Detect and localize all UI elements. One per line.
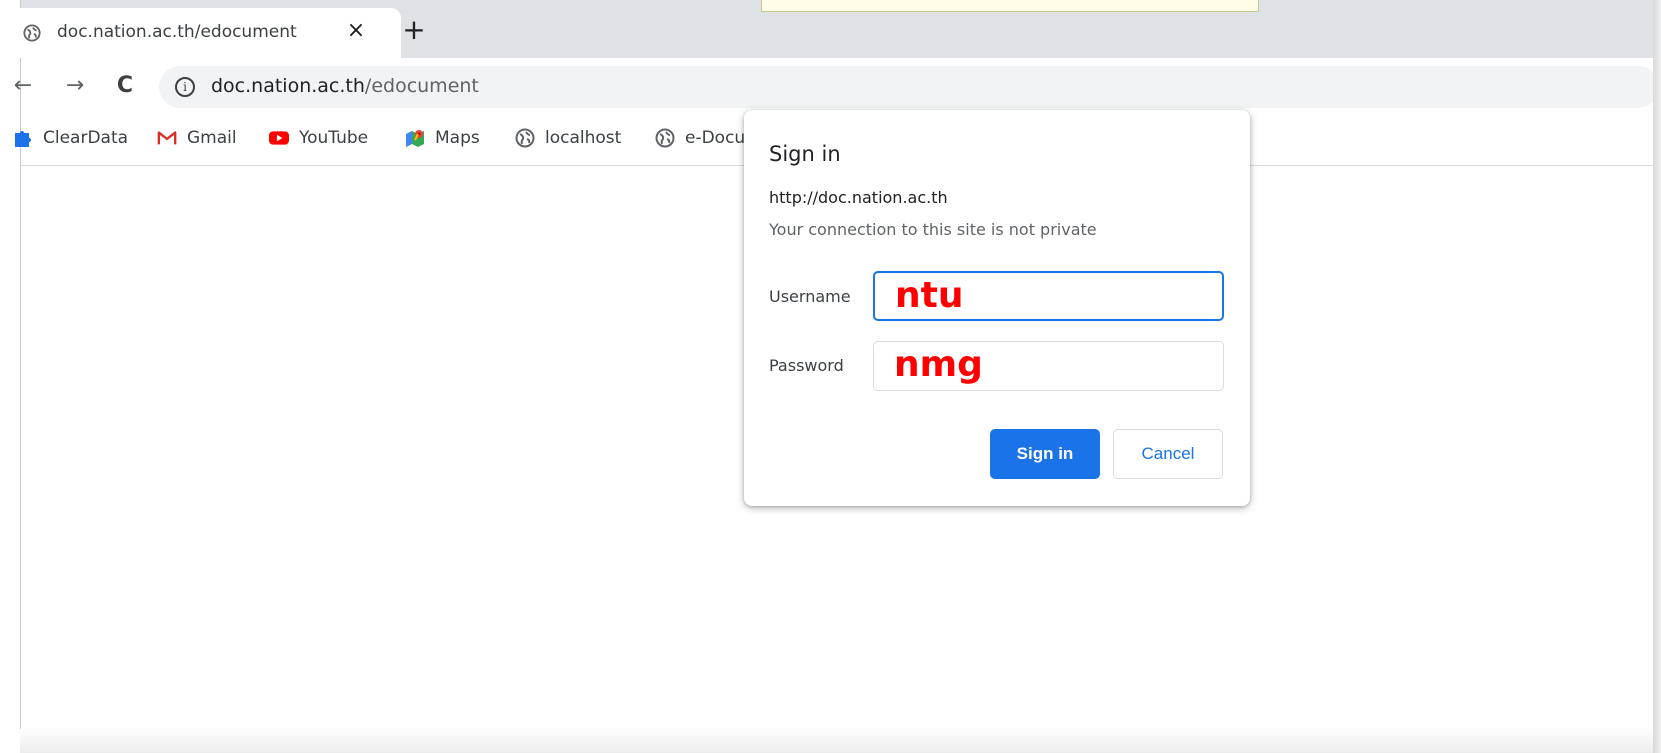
dialog-title: Sign in [769, 142, 841, 166]
forward-button[interactable]: → [61, 72, 89, 100]
site-info-icon[interactable]: i [175, 77, 195, 97]
bookmark-cleardata[interactable]: ClearData [13, 126, 128, 150]
reload-button[interactable]: C [111, 72, 139, 100]
bookmark-gmail[interactable]: Gmail [157, 126, 237, 150]
bookmark-localhost[interactable]: localhost [515, 126, 621, 150]
dialog-warning: Your connection to this site is not priv… [769, 220, 1097, 239]
url-path: /edocument [364, 75, 479, 97]
tab-close-icon[interactable]: × [343, 18, 369, 44]
sign-in-button[interactable]: Sign in [990, 429, 1100, 479]
window-right-edge [1653, 0, 1661, 753]
globe-icon [515, 128, 535, 148]
bookmark-youtube[interactable]: YouTube [269, 126, 368, 150]
password-field[interactable]: nmg [873, 341, 1224, 391]
cancel-button[interactable]: Cancel [1113, 429, 1223, 479]
puzzle-icon [15, 131, 31, 147]
tab-title: doc.nation.ac.th/edocument [57, 22, 297, 42]
address-bar[interactable]: i doc.nation.ac.th/edocument [159, 66, 1659, 108]
bookmark-label: ClearData [43, 128, 129, 148]
password-value: nmg [894, 344, 983, 385]
bookmark-label: Maps [435, 128, 480, 148]
back-button[interactable]: ← [9, 72, 37, 100]
bookmark-label: e-Docu [685, 128, 746, 148]
maps-icon [406, 130, 424, 147]
username-value: ntu [895, 275, 964, 316]
toolbar: ← → C i doc.nation.ac.th/edocument [14, 58, 1659, 114]
bookmark-label: Gmail [187, 128, 237, 148]
globe-icon [23, 24, 41, 42]
url-host: doc.nation.ac.th [211, 75, 365, 97]
bookmark-label: localhost [545, 128, 622, 148]
window-bottom-edge [20, 729, 1653, 753]
bookmark-e-docu[interactable]: e-Docu [655, 126, 745, 150]
gmail-icon [157, 131, 177, 145]
bookmark-maps[interactable]: Maps [405, 126, 480, 150]
tab-strip: doc.nation.ac.th/edocument × + [1, 0, 1654, 58]
username-label: Username [769, 287, 851, 306]
sign-in-dialog: Sign in http://doc.nation.ac.th Your con… [744, 110, 1250, 506]
screenshot-stage: doc.nation.ac.th/edocument × + ← → C i d… [0, 0, 1661, 753]
username-field[interactable]: ntu [873, 271, 1224, 321]
globe-icon [655, 128, 675, 148]
youtube-icon [269, 131, 289, 145]
url-text: doc.nation.ac.th/edocument [211, 75, 479, 97]
highlight-bar [761, 0, 1259, 12]
password-label: Password [769, 356, 844, 375]
new-tab-button[interactable]: + [401, 16, 427, 44]
dialog-origin: http://doc.nation.ac.th [769, 188, 948, 207]
bookmark-label: YouTube [299, 128, 369, 148]
window-left-edge [0, 0, 20, 753]
tab-active[interactable]: doc.nation.ac.th/edocument × [1, 8, 401, 58]
